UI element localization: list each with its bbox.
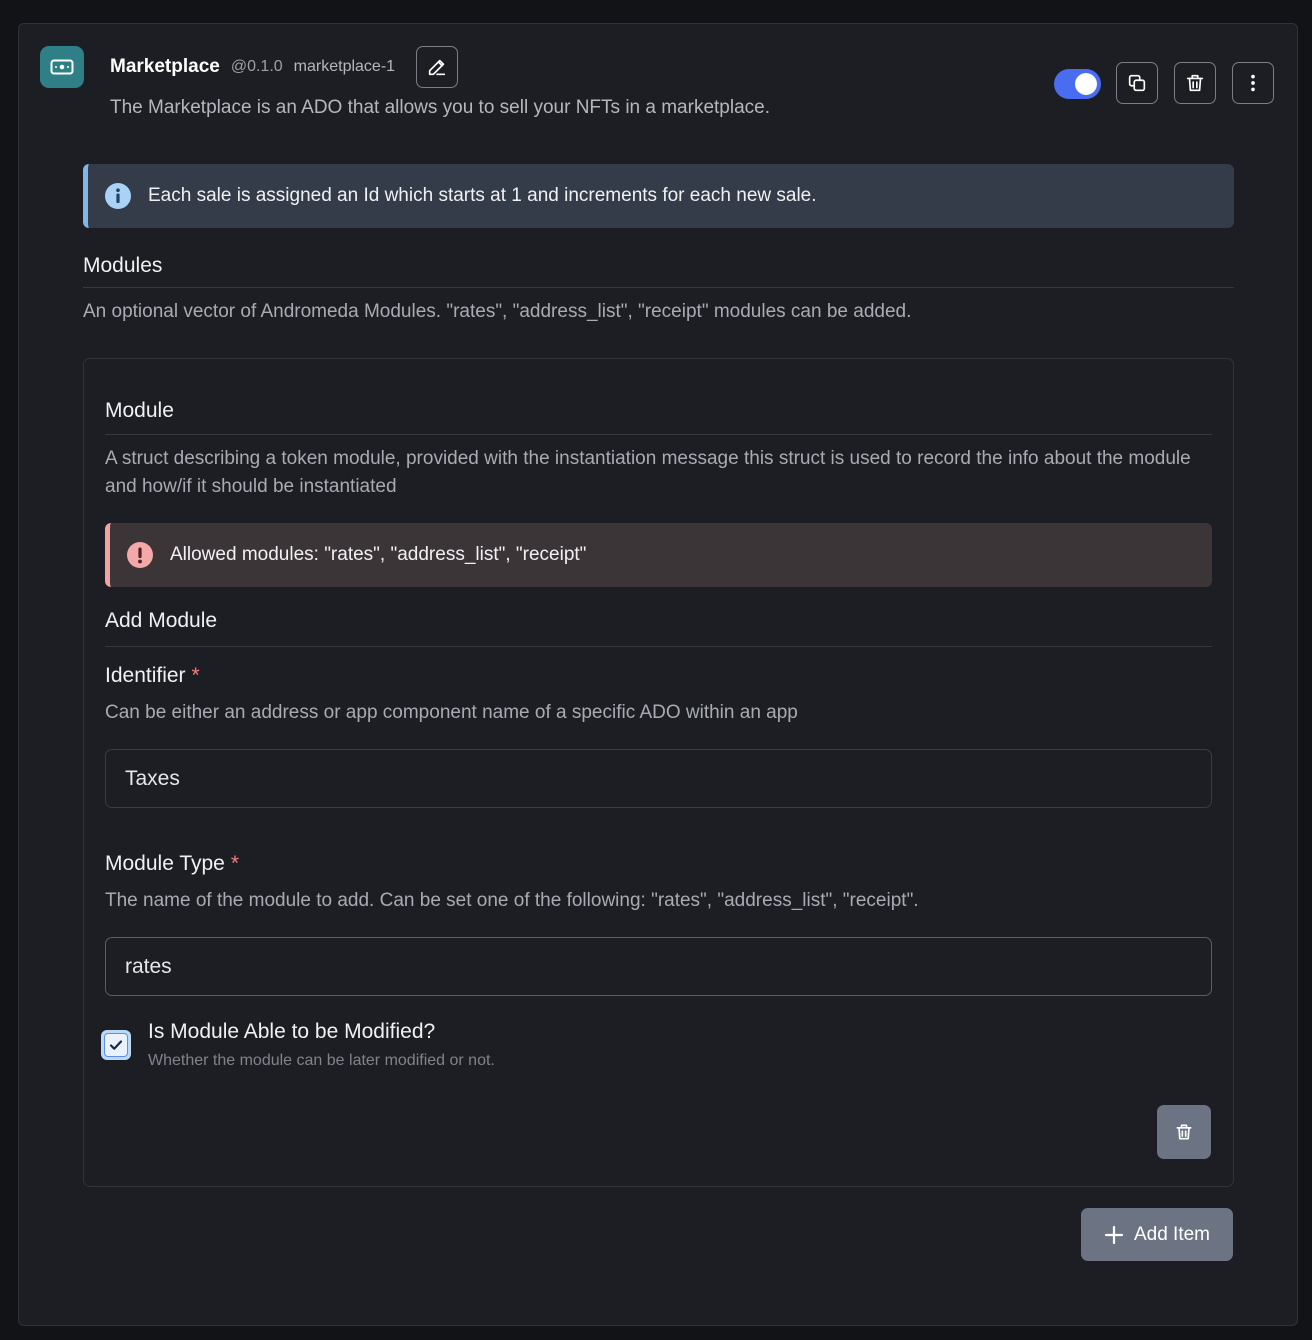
checkbox-box [104, 1033, 128, 1057]
allowed-modules-warning: Allowed modules: "rates", "address_list"… [105, 523, 1212, 587]
module-item: Module A struct describing a token modul… [83, 358, 1234, 1187]
module-divider [105, 434, 1212, 435]
check-icon [109, 1040, 123, 1050]
is-mutable-checkbox[interactable] [101, 1030, 131, 1060]
identifier-input[interactable] [105, 749, 1212, 808]
is-mutable-label: Is Module Able to be Modified? [148, 1020, 436, 1043]
ado-instance-name: marketplace-1 [293, 58, 396, 75]
is-mutable-help: Whether the module can be later modified… [148, 1052, 495, 1069]
vertical-ellipsis-icon [1251, 74, 1255, 92]
header-actions [1116, 62, 1274, 104]
info-icon [105, 183, 131, 209]
add-module-title: Add Module [105, 609, 218, 632]
module-type-input[interactable] [105, 937, 1212, 996]
exclamation-icon [127, 542, 153, 568]
trash-icon [1176, 1124, 1192, 1140]
info-banner: Each sale is assigned an Id which starts… [83, 164, 1234, 228]
info-banner-text: Each sale is assigned an Id which starts… [148, 185, 817, 206]
ado-card: Marketplace @0.1.0 marketplace-1 The Mar… [18, 23, 1298, 1326]
warning-text: Allowed modules: "rates", "address_list"… [170, 544, 587, 565]
copy-button[interactable] [1116, 62, 1158, 104]
modules-divider [83, 287, 1234, 288]
more-options-button[interactable] [1232, 62, 1274, 104]
module-type-help: The name of the module to add. Can be se… [105, 890, 919, 911]
module-title: Module [105, 399, 174, 422]
edit-name-button[interactable] [416, 46, 459, 88]
trash-icon [1186, 74, 1204, 92]
modules-description: An optional vector of Andromeda Modules.… [83, 301, 912, 322]
pencil-icon [428, 59, 446, 76]
add-item-label: Add Item [1133, 1223, 1211, 1245]
ado-title: Marketplace [110, 56, 220, 77]
toggle-knob [1075, 73, 1097, 95]
ado-version: @0.1.0 [230, 58, 283, 75]
module-description: A struct describing a token module, prov… [105, 448, 1191, 497]
required-mark: * [191, 664, 200, 687]
plus-icon [1104, 1225, 1124, 1244]
money-bill-icon [40, 46, 84, 88]
add-item-button[interactable]: Add Item [1081, 1208, 1233, 1261]
module-type-label-text: Module Type [105, 852, 225, 875]
required-mark: * [230, 852, 240, 875]
copy-icon [1128, 74, 1146, 92]
module-type-label: Module Type * [105, 852, 239, 876]
title-row: Marketplace @0.1.0 marketplace-1 [110, 46, 459, 88]
identifier-label-text: Identifier [105, 664, 186, 687]
modules-title: Modules [83, 254, 163, 277]
ado-description: The Marketplace is an ADO that allows yo… [110, 97, 770, 118]
identifier-label: Identifier * [105, 664, 200, 688]
add-module-divider [105, 646, 1212, 647]
delete-module-button[interactable] [1157, 1105, 1211, 1159]
enable-toggle[interactable] [1054, 69, 1101, 99]
identifier-help: Can be either an address or app componen… [105, 702, 798, 723]
delete-ado-button[interactable] [1174, 62, 1216, 104]
